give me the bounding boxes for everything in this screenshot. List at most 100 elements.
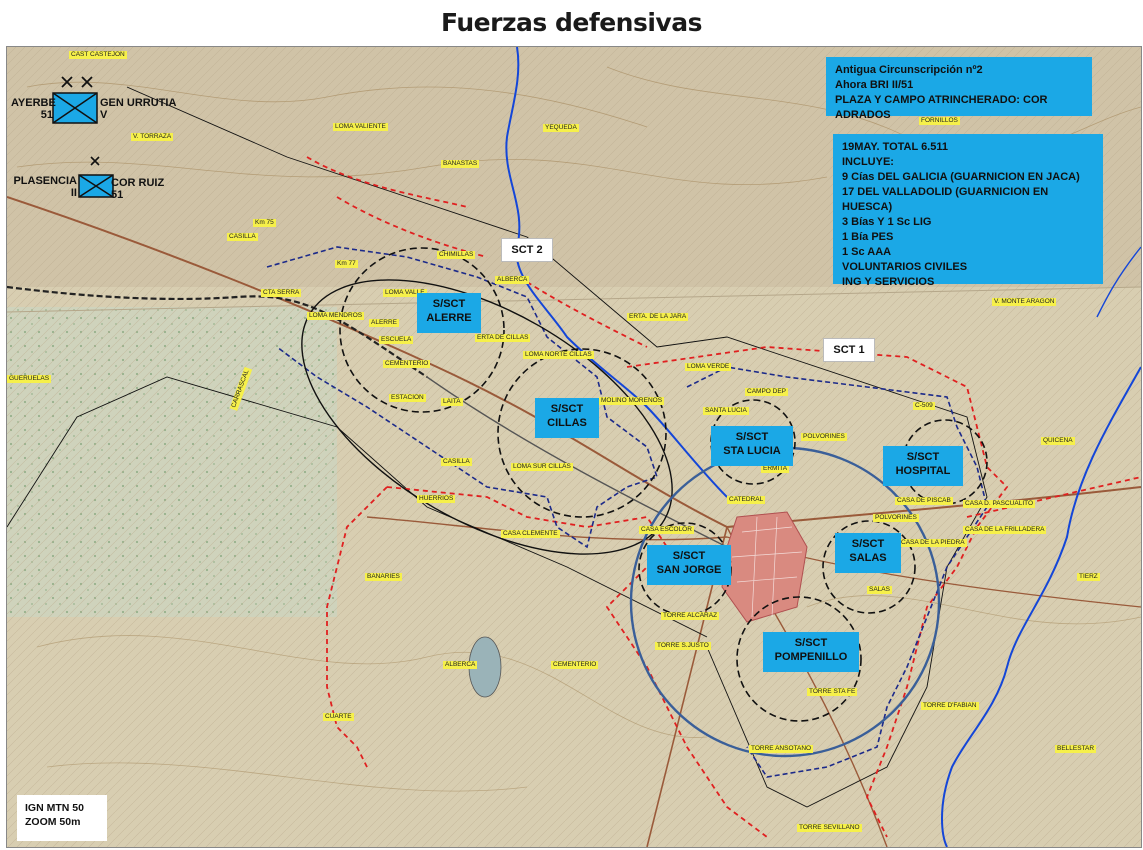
- place-label: TORRE S.JUSTO: [655, 642, 711, 650]
- place-label: SALAS: [867, 586, 892, 594]
- place-label: QUICENA: [1041, 437, 1075, 445]
- place-label: SANTA LUCIA: [703, 407, 749, 415]
- subsector-alerre[interactable]: S/SCT ALERRE: [417, 293, 481, 333]
- unit-2-right-label: COR RUIZ 51: [111, 177, 164, 201]
- unit-1-left-label: AYERBE 51: [11, 97, 56, 121]
- place-label: MOLINO MORENOS: [599, 397, 665, 405]
- subsector-name: POMPENILLO: [774, 651, 848, 663]
- info-line: Ahora BRI II/51: [835, 79, 914, 91]
- place-label: CASILLA: [441, 458, 472, 466]
- source-line: ZOOM 50m: [25, 816, 81, 828]
- unit-1-right-number: V: [100, 109, 108, 121]
- place-label: LOMA MENDROS: [307, 312, 365, 320]
- subsector-cillas[interactable]: S/SCT CILLAS: [535, 398, 599, 438]
- place-label: ALBERCA: [443, 661, 478, 669]
- place-label: TORRE D'FABIAN: [921, 702, 979, 710]
- place-label: TORRE STA FE: [807, 688, 858, 696]
- sector-2-label[interactable]: SCT 2: [501, 238, 553, 262]
- subsector-pompenillo[interactable]: S/SCT POMPENILLO: [763, 632, 859, 672]
- unit-1-right-name: GEN URRUTIA: [100, 97, 177, 109]
- place-label: CAST CASTEJON: [69, 51, 127, 59]
- subsector-name: ALERRE: [426, 312, 472, 324]
- place-label: TORRE ANSOTANO: [749, 745, 814, 753]
- place-label: CAMPO DEP: [745, 388, 789, 396]
- info-box-strength: 19MAY. TOTAL 6.511 INCLUYE: 9 Cías DEL G…: [833, 134, 1103, 288]
- sector-1-label[interactable]: SCT 1: [823, 338, 875, 362]
- unit-2-left-number: II: [70, 187, 77, 199]
- place-label: ALERRE: [369, 319, 400, 327]
- info-line: INCLUYE:: [842, 156, 894, 168]
- place-label: TORRE ALCARAZ: [661, 612, 720, 620]
- place-label: CASA DE PISCAB: [895, 497, 953, 505]
- place-label: CASA DE LA FRILLADERA: [963, 526, 1047, 534]
- place-label: CEMENTERIO: [383, 360, 431, 368]
- place-label: CASA CLEMENTE: [501, 530, 560, 538]
- unit-2-right-name: COR RUIZ: [111, 177, 165, 189]
- place-label: CHIMILLAS: [437, 251, 476, 259]
- info-line: VOLUNTARIOS CIVILES: [842, 261, 968, 273]
- subsector-prefix: S/SCT: [432, 298, 466, 310]
- place-label: CEMENTERIO: [551, 661, 599, 669]
- place-label: LAITA: [441, 398, 463, 406]
- subsector-name: HOSPITAL: [895, 465, 951, 477]
- info-line: 19MAY. TOTAL 6.511: [842, 141, 948, 153]
- info-line: 9 Cías DEL GALICIA (GUARNICION EN JACA): [842, 171, 1080, 183]
- subsector-name: STA LUCIA: [723, 445, 781, 457]
- unit-2-left-name: PLASENCIA: [13, 175, 77, 187]
- place-label: BELLESTAR: [1055, 745, 1097, 753]
- place-label: POLVORINES: [801, 433, 847, 441]
- info-line: PLAZA Y CAMPO ATRINCHERADO: COR ADRADOS: [835, 94, 1048, 121]
- place-label: ALBERCA: [495, 276, 530, 284]
- place-label: CASILLA: [227, 233, 258, 241]
- subsector-name: SAN JORGE: [656, 564, 722, 576]
- place-label: CTA SERRA: [261, 289, 302, 297]
- info-box-unit: Antigua Circunscripción nº2 Ahora BRI II…: [826, 57, 1092, 121]
- subsector-name: CILLAS: [547, 417, 587, 429]
- place-label: CASA ESCOLOR: [639, 526, 694, 534]
- subsector-prefix: S/SCT: [794, 637, 828, 649]
- unit-1-left-name: AYERBE: [11, 97, 56, 109]
- place-label: V. TORRAZA: [131, 133, 174, 141]
- subsector-prefix: S/SCT: [672, 550, 706, 562]
- info-line: 17 DEL VALLADOLID (GUARNICION EN HUESCA): [842, 186, 1049, 213]
- info-line: 3 Bías Y 1 Sc LIG: [842, 216, 932, 228]
- place-label: TORRE SEVILLANO: [797, 824, 862, 832]
- place-label: LOMA SUR CILLAS: [511, 463, 573, 471]
- place-label: TIERZ: [1077, 573, 1100, 581]
- place-label: CATEDRAL: [727, 496, 766, 504]
- subsector-prefix: S/SCT: [550, 403, 584, 415]
- unit-1-right-label: GEN URRUTIA V: [100, 97, 176, 121]
- subsector-hospital[interactable]: S/SCT HOSPITAL: [883, 446, 963, 486]
- place-label: HUERRIOS: [417, 495, 456, 503]
- place-label: BANARIES: [365, 573, 402, 581]
- unit-2-right-number: 51: [111, 189, 124, 201]
- place-label: ERMITA: [761, 465, 790, 473]
- unit-1-left-number: 51: [40, 109, 53, 121]
- place-label: CUARTE: [323, 713, 354, 721]
- place-label: V. MONTE ARAGON: [992, 298, 1057, 306]
- place-label: ESCUELA: [379, 336, 414, 344]
- info-line: ING Y SERVICIOS: [842, 276, 935, 288]
- subsector-prefix: S/SCT: [906, 451, 940, 463]
- map-viewport[interactable]: CAST CASTEJON V. TORRAZA LOMA VALIENTE Y…: [6, 46, 1142, 848]
- subsector-sta-lucia[interactable]: S/SCT STA LUCIA: [711, 426, 793, 466]
- subsector-name: SALAS: [849, 552, 887, 564]
- place-label: LOMA VALIENTE: [333, 123, 388, 131]
- source-line: IGN MTN 50: [25, 802, 84, 814]
- map-source-box: IGN MTN 50 ZOOM 50m: [17, 795, 107, 841]
- place-label: ERTA. DE LA JARA: [627, 313, 689, 321]
- info-line: 1 Bía PES: [842, 231, 894, 243]
- place-label: CASA D. PASCUALITO: [963, 500, 1036, 508]
- place-label: POLVORINES: [873, 514, 919, 522]
- unit-2-left-label: PLASENCIA II: [9, 175, 77, 199]
- subsector-prefix: S/SCT: [851, 538, 885, 550]
- subsector-prefix: S/SCT: [735, 431, 769, 443]
- place-label: LOMA NORTE CILLAS: [523, 351, 594, 359]
- info-line: Antigua Circunscripción nº2: [835, 64, 983, 76]
- subsector-san-jorge[interactable]: S/SCT SAN JORGE: [647, 545, 731, 585]
- place-label: Km 77: [335, 260, 358, 268]
- place-label: ERTA DE CILLAS: [475, 334, 531, 342]
- subsector-salas[interactable]: S/SCT SALAS: [835, 533, 901, 573]
- place-label: BANASTAS: [441, 160, 480, 168]
- place-label: Km 75: [253, 219, 276, 227]
